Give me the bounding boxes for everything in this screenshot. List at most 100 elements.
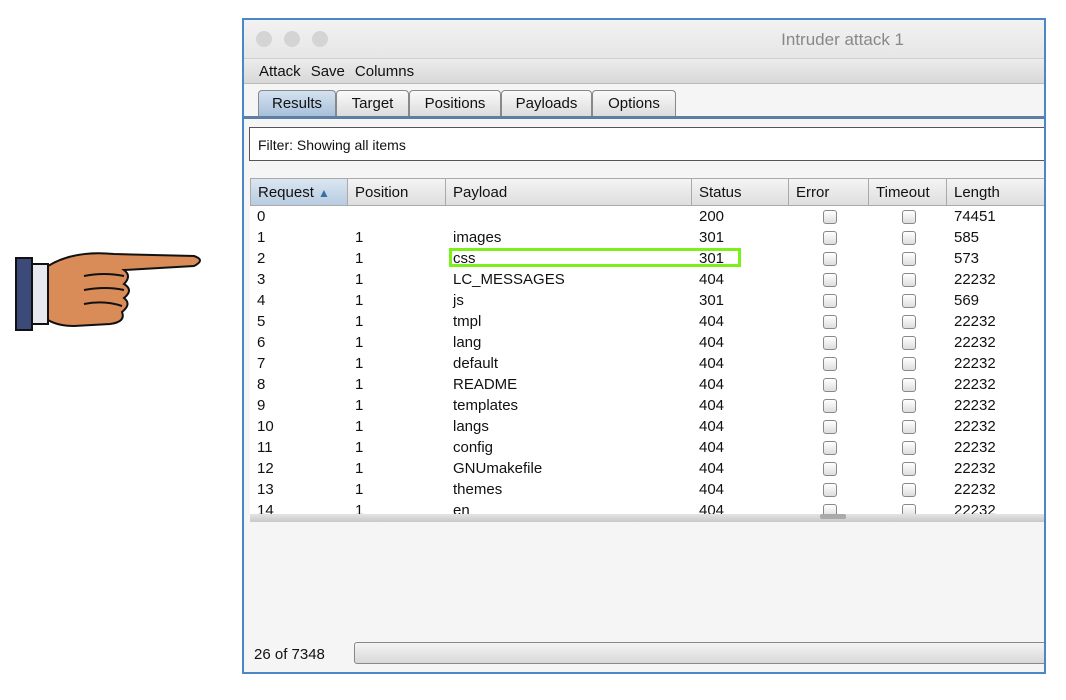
menu-bar: Attack Save Columns — [244, 59, 1044, 84]
cell-status: 404 — [699, 418, 725, 435]
table-row[interactable]: 6 1 lang 404 22232 — [250, 332, 1044, 353]
column-header-status[interactable]: Status — [692, 178, 789, 206]
error-checkbox[interactable] — [823, 273, 837, 287]
intruder-window: Intruder attack 1 Attack Save Columns Re… — [242, 18, 1046, 674]
cell-request: 1 — [257, 229, 266, 246]
menu-columns[interactable]: Columns — [355, 63, 414, 80]
cell-payload: js — [453, 292, 464, 309]
cell-request: 11 — [257, 439, 273, 456]
table-row[interactable]: 5 1 tmpl 404 22232 — [250, 311, 1044, 332]
tab-positions[interactable]: Positions — [409, 90, 501, 116]
error-checkbox[interactable] — [823, 210, 837, 224]
menu-save[interactable]: Save — [311, 63, 345, 80]
timeout-checkbox[interactable] — [902, 441, 916, 455]
tab-target[interactable]: Target — [336, 90, 409, 116]
cell-position: 1 — [355, 439, 364, 456]
error-checkbox[interactable] — [823, 294, 837, 308]
error-checkbox[interactable] — [823, 231, 837, 245]
timeout-checkbox[interactable] — [902, 210, 916, 224]
timeout-checkbox[interactable] — [902, 357, 916, 371]
cell-payload: themes — [453, 481, 503, 498]
cell-length: 22232 — [954, 397, 996, 414]
table-row[interactable]: 13 1 themes 404 22232 — [250, 479, 1044, 500]
cell-request: 6 — [257, 334, 266, 351]
error-checkbox[interactable] — [823, 336, 837, 350]
table-row[interactable]: 12 1 GNUmakefile 404 22232 — [250, 458, 1044, 479]
error-checkbox[interactable] — [823, 357, 837, 371]
table-row[interactable]: 10 1 langs 404 22232 — [250, 416, 1044, 437]
timeout-checkbox[interactable] — [902, 378, 916, 392]
error-checkbox[interactable] — [823, 399, 837, 413]
error-checkbox[interactable] — [823, 462, 837, 476]
timeout-checkbox[interactable] — [902, 462, 916, 476]
column-header-position[interactable]: Position — [348, 178, 446, 206]
cell-payload: templates — [453, 397, 519, 414]
table-row[interactable]: 0 200 74451 — [250, 206, 1044, 227]
timeout-checkbox[interactable] — [902, 231, 916, 245]
cell-position: 1 — [355, 271, 364, 288]
cell-position: 1 — [355, 418, 364, 435]
tab-options[interactable]: Options — [592, 90, 676, 116]
table-row[interactable]: 7 1 default 404 22232 — [250, 353, 1044, 374]
cell-length: 22232 — [954, 355, 996, 372]
results-table: Request ▲ Position Payload Status Error … — [250, 178, 1044, 515]
cell-payload: images — [453, 229, 502, 246]
timeout-checkbox[interactable] — [902, 399, 916, 413]
cell-length: 22232 — [954, 334, 996, 351]
timeout-checkbox[interactable] — [902, 336, 916, 350]
cell-length: 22232 — [954, 271, 996, 288]
cell-request: 4 — [257, 292, 266, 309]
table-row[interactable]: 1 1 images 301 585 — [250, 227, 1044, 248]
cell-length: 22232 — [954, 439, 996, 456]
cell-position: 1 — [355, 334, 364, 351]
cell-payload: LC_MESSAGES — [453, 271, 565, 288]
cell-position: 1 — [355, 460, 364, 477]
tab-payloads[interactable]: Payloads — [501, 90, 592, 116]
error-checkbox[interactable] — [823, 315, 837, 329]
cell-status: 301 — [699, 229, 725, 246]
table-row[interactable]: 9 1 templates 404 22232 — [250, 395, 1044, 416]
timeout-checkbox[interactable] — [902, 273, 916, 287]
cell-payload: GNUmakefile — [453, 460, 543, 477]
tab-results[interactable]: Results — [258, 90, 336, 116]
column-header-timeout[interactable]: Timeout — [869, 178, 947, 206]
timeout-checkbox[interactable] — [902, 483, 916, 497]
cell-request: 7 — [257, 355, 266, 372]
cell-request: 10 — [257, 418, 274, 435]
horizontal-scrollbar[interactable] — [250, 514, 1044, 522]
table-row[interactable]: 3 1 LC_MESSAGES 404 22232 — [250, 269, 1044, 290]
cell-status: 404 — [699, 481, 725, 498]
cell-position: 1 — [355, 355, 364, 372]
title-bar: Intruder attack 1 — [244, 20, 1044, 59]
scrollbar-thumb[interactable] — [820, 514, 846, 519]
error-checkbox[interactable] — [823, 441, 837, 455]
cell-status: 404 — [699, 271, 725, 288]
timeout-checkbox[interactable] — [902, 294, 916, 308]
cell-payload: langs — [453, 418, 489, 435]
menu-attack[interactable]: Attack — [259, 63, 301, 80]
cell-position: 1 — [355, 250, 364, 267]
column-header-error[interactable]: Error — [789, 178, 869, 206]
cell-payload: tmpl — [453, 313, 482, 330]
cell-status: 404 — [699, 313, 725, 330]
timeout-checkbox[interactable] — [902, 252, 916, 266]
timeout-checkbox[interactable] — [902, 315, 916, 329]
error-checkbox[interactable] — [823, 252, 837, 266]
error-checkbox[interactable] — [823, 420, 837, 434]
cell-request: 9 — [257, 397, 266, 414]
header-label: Request — [258, 184, 314, 201]
cell-position: 1 — [355, 376, 364, 393]
column-header-length[interactable]: Length — [947, 178, 1044, 206]
column-header-payload[interactable]: Payload — [446, 178, 692, 206]
error-checkbox[interactable] — [823, 378, 837, 392]
cell-status: 404 — [699, 439, 725, 456]
filter-bar[interactable]: Filter: Showing all items — [249, 127, 1044, 161]
column-header-request[interactable]: Request ▲ — [250, 178, 348, 206]
error-checkbox[interactable] — [823, 483, 837, 497]
table-row[interactable]: 14 1 en 404 22232 — [250, 500, 1044, 514]
table-row[interactable]: 4 1 js 301 569 — [250, 290, 1044, 311]
timeout-checkbox[interactable] — [902, 420, 916, 434]
cell-length: 22232 — [954, 376, 996, 393]
table-row[interactable]: 8 1 README 404 22232 — [250, 374, 1044, 395]
table-row[interactable]: 11 1 config 404 22232 — [250, 437, 1044, 458]
